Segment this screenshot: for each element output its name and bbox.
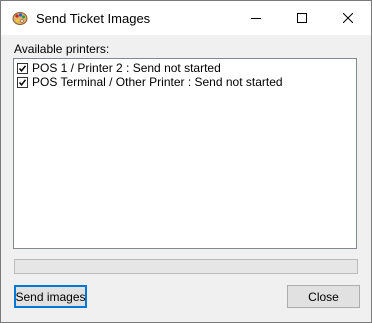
close-button[interactable]: Close [287,285,360,308]
send-progress-bar [14,259,358,274]
maximize-icon [297,13,307,23]
minimize-button[interactable] [233,1,279,35]
available-printers-label: Available printers: [14,42,110,56]
close-window-button[interactable] [325,1,371,35]
printer-list-item[interactable]: POS Terminal / Other Printer : Send not … [17,75,283,89]
printer-checkbox[interactable] [17,62,28,74]
printer-label: POS 1 / Printer 2 : Send not started [32,61,221,75]
printer-list-item[interactable]: POS 1 / Printer 2 : Send not started [17,61,221,75]
maximize-button[interactable] [279,1,325,35]
checkmark-icon [18,64,27,72]
close-icon [343,13,353,23]
printer-checkbox[interactable] [17,76,28,88]
palette-icon [12,12,28,25]
checkmark-icon [18,78,27,86]
dialog-window: Send Ticket Images Available printers: P… [0,0,372,323]
send-images-button[interactable]: Send images [14,285,87,308]
title-bar[interactable]: Send Ticket Images [1,1,371,35]
minimize-icon [251,18,261,19]
printers-listbox[interactable]: POS 1 / Printer 2 : Send not started POS… [13,58,357,249]
printer-label: POS Terminal / Other Printer : Send not … [32,75,283,89]
window-title: Send Ticket Images [36,11,151,26]
